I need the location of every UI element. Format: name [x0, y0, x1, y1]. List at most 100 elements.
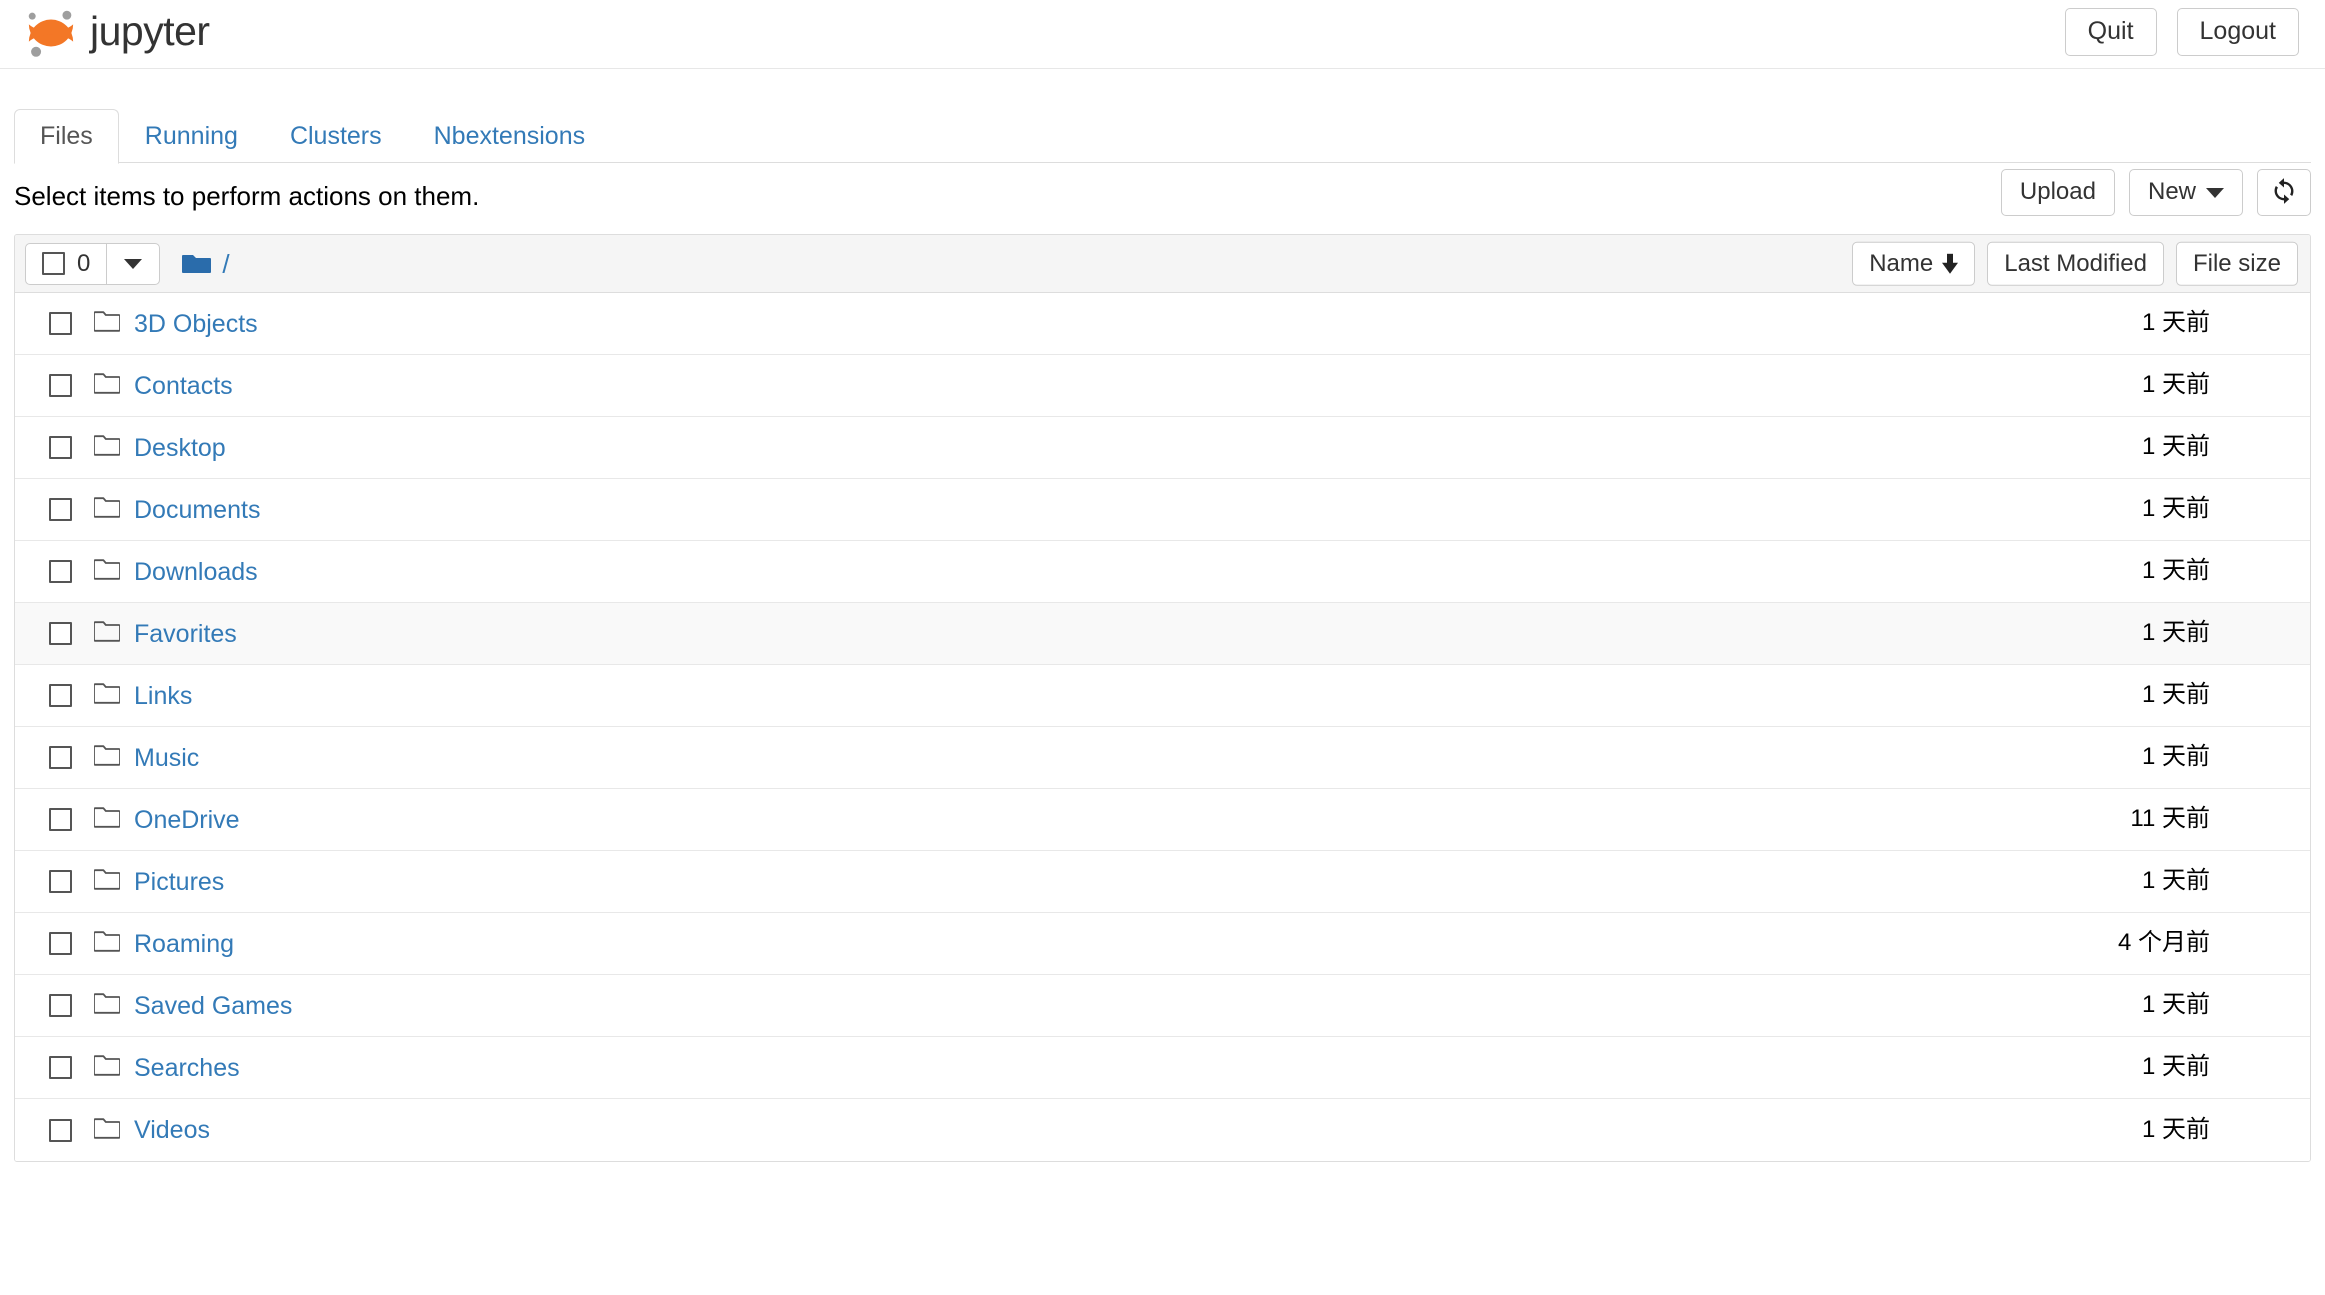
table-row[interactable]: Pictures 1 天前 [15, 851, 2310, 913]
jupyter-logo-icon [22, 7, 80, 59]
row-checkbox[interactable] [49, 870, 72, 893]
select-all-cell[interactable]: 0 [26, 244, 106, 284]
tab-clusters[interactable]: Clusters [264, 109, 408, 164]
folder-icon [93, 868, 121, 895]
notification-text: Select items to perform actions on them. [14, 181, 480, 211]
row-checkbox[interactable] [49, 498, 72, 521]
table-row[interactable]: Desktop 1 天前 [15, 417, 2310, 479]
file-list: 0 / Name Last Modified File size 3D Obje… [14, 234, 2311, 1162]
folder-icon [93, 930, 121, 957]
folder-icon [93, 1117, 121, 1144]
folder-icon [93, 558, 121, 585]
folder-icon [93, 1054, 121, 1081]
file-rows: 3D Objects 1 天前 Contacts 1 天前 Desktop 1 天前 Doc… [15, 293, 2310, 1161]
file-name-link[interactable]: Saved Games [134, 991, 292, 1021]
row-checkbox[interactable] [49, 436, 72, 459]
file-list-header: 0 / Name Last Modified File size [15, 235, 2310, 293]
table-row[interactable]: 3D Objects 1 天前 [15, 293, 2310, 355]
selected-count: 0 [77, 249, 91, 277]
folder-icon [93, 372, 121, 399]
file-modified: 1 天前 [2141, 495, 2210, 523]
folder-icon [93, 496, 121, 523]
table-row[interactable]: Documents 1 天前 [15, 479, 2310, 541]
file-name-link[interactable]: Pictures [134, 867, 224, 897]
file-modified: 1 天前 [2141, 619, 2210, 647]
row-checkbox[interactable] [49, 808, 72, 831]
table-row[interactable]: Videos 1 天前 [15, 1099, 2310, 1161]
sort-name-button[interactable]: Name [1852, 241, 1976, 286]
file-name-link[interactable]: Music [134, 743, 199, 773]
file-modified: 1 天前 [2141, 371, 2210, 399]
sort-name-label: Name [1869, 249, 1934, 277]
file-modified: 1 天前 [2141, 557, 2210, 585]
header-actions: Quit Logout [2064, 8, 2299, 56]
file-name-link[interactable]: Desktop [134, 433, 226, 463]
row-checkbox[interactable] [49, 746, 72, 769]
row-checkbox[interactable] [49, 932, 72, 955]
table-row[interactable]: Roaming 4 个月前 [15, 913, 2310, 975]
file-modified: 1 天前 [2141, 867, 2210, 895]
tab-running[interactable]: Running [119, 109, 264, 164]
file-name-link[interactable]: 3D Objects [134, 309, 258, 339]
row-checkbox[interactable] [49, 994, 72, 1017]
sort-controls: Name Last Modified File size [1852, 241, 2298, 286]
logout-button[interactable]: Logout [2176, 8, 2299, 56]
upload-button[interactable]: Upload [2000, 169, 2115, 216]
quit-button[interactable]: Quit [2064, 8, 2157, 56]
file-modified: 1 天前 [2141, 1115, 2210, 1143]
sort-file-size-button[interactable]: File size [2175, 241, 2298, 286]
select-all-group: 0 [25, 242, 161, 285]
row-checkbox[interactable] [49, 1056, 72, 1079]
tab-nbextensions[interactable]: Nbextensions [408, 109, 611, 164]
row-checkbox[interactable] [49, 374, 72, 397]
row-checkbox[interactable] [49, 1118, 72, 1142]
folder-solid-icon[interactable] [182, 252, 212, 276]
table-row[interactable]: Saved Games 1 天前 [15, 975, 2310, 1037]
new-dropdown-button[interactable]: New [2128, 169, 2243, 216]
row-checkbox[interactable] [49, 622, 72, 645]
table-row[interactable]: OneDrive 11 天前 [15, 789, 2310, 851]
notification-bar: Select items to perform actions on them.… [14, 163, 2311, 225]
page-header: jupyter Quit Logout [0, 0, 2325, 69]
breadcrumb-path[interactable]: / [222, 251, 229, 277]
table-row[interactable]: Links 1 天前 [15, 665, 2310, 727]
breadcrumb: / [182, 251, 230, 277]
file-name-link[interactable]: Searches [134, 1053, 240, 1083]
file-modified: 11 天前 [2130, 805, 2210, 833]
file-name-link[interactable]: Videos [134, 1115, 210, 1145]
file-name-link[interactable]: Downloads [134, 557, 258, 587]
new-button-label: New [2147, 178, 2196, 206]
file-name-link[interactable]: Favorites [134, 619, 237, 649]
file-name-link[interactable]: Roaming [134, 929, 234, 959]
table-row[interactable]: Searches 1 天前 [15, 1037, 2310, 1099]
brand-title: jupyter [90, 7, 210, 54]
folder-icon [93, 992, 121, 1019]
table-row[interactable]: Favorites 1 天前 [15, 603, 2310, 665]
select-all-checkbox[interactable] [42, 252, 65, 275]
sort-file-size-label: File size [2192, 249, 2281, 277]
tab-files[interactable]: Files [14, 109, 119, 164]
sort-last-modified-button[interactable]: Last Modified [1987, 241, 2164, 286]
file-name-link[interactable]: Links [134, 681, 192, 711]
table-row[interactable]: Contacts 1 天前 [15, 355, 2310, 417]
folder-icon [93, 806, 121, 833]
table-row[interactable]: Music 1 天前 [15, 727, 2310, 789]
select-all-dropdown-button[interactable] [106, 243, 159, 284]
upload-button-label: Upload [2019, 178, 2096, 206]
table-row[interactable]: Downloads 1 天前 [15, 541, 2310, 603]
file-modified: 1 天前 [2141, 1053, 2210, 1081]
row-checkbox[interactable] [49, 312, 72, 335]
refresh-icon [2270, 177, 2298, 208]
file-name-link[interactable]: Contacts [134, 371, 233, 401]
folder-icon [93, 310, 121, 337]
refresh-button[interactable] [2257, 169, 2311, 216]
brand: jupyter [22, 2, 210, 64]
row-checkbox[interactable] [49, 684, 72, 707]
notification-actions: Upload New [2000, 169, 2311, 216]
file-name-link[interactable]: Documents [134, 495, 260, 525]
folder-icon [93, 682, 121, 709]
tab-bar: Files Running Clusters Nbextensions [0, 109, 2325, 164]
row-checkbox[interactable] [49, 560, 72, 583]
file-name-link[interactable]: OneDrive [134, 805, 240, 835]
folder-icon [93, 744, 121, 771]
